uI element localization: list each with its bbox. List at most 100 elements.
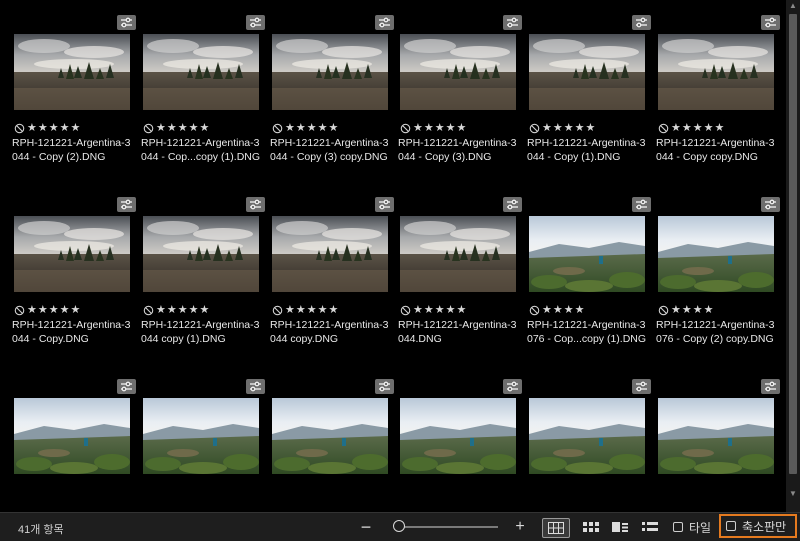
scroll-down-icon[interactable]: ▼ bbox=[789, 490, 797, 498]
edit-adjustments-button[interactable] bbox=[117, 15, 136, 30]
photo-thumbnail[interactable] bbox=[658, 34, 774, 110]
star-icon[interactable]: ★ bbox=[71, 122, 81, 134]
edit-adjustments-button[interactable] bbox=[117, 379, 136, 394]
rating-row[interactable]: ★ ★ ★ ★ bbox=[529, 304, 585, 316]
star-icon[interactable]: ★ bbox=[296, 122, 306, 134]
star-icon[interactable]: ★ bbox=[553, 304, 563, 316]
edit-adjustments-button[interactable] bbox=[246, 197, 265, 212]
star-icon[interactable]: ★ bbox=[671, 122, 681, 134]
photo-thumbnail[interactable] bbox=[14, 398, 130, 474]
rating-row[interactable]: ★ ★ ★ ★ ★ bbox=[400, 122, 466, 134]
star-icon[interactable]: ★ bbox=[457, 122, 467, 134]
thumbnail-cell[interactable]: ★ ★ ★ ★ ★ RPH-121221-Argentina-3 044 - Copy co… bbox=[656, 10, 782, 188]
star-icon[interactable]: ★ bbox=[542, 304, 552, 316]
thumbnails-only-checkbox[interactable] bbox=[726, 521, 736, 531]
rating-row[interactable]: ★ ★ ★ ★ ★ bbox=[143, 122, 209, 134]
star-icon[interactable]: ★ bbox=[575, 122, 585, 134]
star-icon[interactable]: ★ bbox=[413, 304, 423, 316]
star-icon[interactable]: ★ bbox=[285, 304, 295, 316]
thumbnail-cell[interactable]: ★ ★ ★ ★ ★ RPH-121221-Argentina-3 044 - Copy (3… bbox=[398, 10, 524, 188]
grid-large-view-button[interactable] bbox=[542, 518, 570, 538]
edit-adjustments-button[interactable] bbox=[632, 379, 651, 394]
star-icon[interactable]: ★ bbox=[38, 304, 48, 316]
photo-thumbnail[interactable] bbox=[272, 398, 388, 474]
edit-adjustments-button[interactable] bbox=[632, 15, 651, 30]
edit-adjustments-button[interactable] bbox=[761, 15, 780, 30]
zoom-out-button[interactable]: − bbox=[358, 517, 374, 537]
star-icon[interactable]: ★ bbox=[189, 304, 199, 316]
thumbnail-cell[interactable]: ★ ★ ★ ★ ★ RPH-121221-Argentina-3 044 copy (1).… bbox=[141, 192, 267, 370]
tile-option[interactable]: 타일 bbox=[673, 518, 711, 536]
tile-checkbox[interactable] bbox=[673, 522, 683, 532]
star-icon[interactable]: ★ bbox=[60, 122, 70, 134]
photo-thumbnail[interactable] bbox=[400, 216, 516, 292]
star-icon[interactable]: ★ bbox=[457, 304, 467, 316]
star-icon[interactable]: ★ bbox=[200, 304, 210, 316]
vertical-scrollbar[interactable]: ▲ ▼ bbox=[786, 0, 800, 512]
star-icon[interactable]: ★ bbox=[413, 122, 423, 134]
edit-adjustments-button[interactable] bbox=[246, 379, 265, 394]
grid-small-view-button[interactable] bbox=[581, 518, 601, 536]
thumbnail-cell[interactable]: ★ ★ ★ ★ ★ RPH-121221-Argentina-3 044 - Copy (3… bbox=[270, 10, 396, 188]
star-icon[interactable]: ★ bbox=[27, 304, 37, 316]
scroll-up-icon[interactable]: ▲ bbox=[789, 2, 797, 10]
star-icon[interactable]: ★ bbox=[307, 122, 317, 134]
star-icon[interactable]: ★ bbox=[156, 304, 166, 316]
photo-thumbnail[interactable] bbox=[14, 34, 130, 110]
star-icon[interactable]: ★ bbox=[318, 122, 328, 134]
thumbnail-cell[interactable] bbox=[141, 374, 267, 512]
zoom-slider-track[interactable] bbox=[404, 526, 498, 528]
photo-thumbnail[interactable] bbox=[529, 34, 645, 110]
thumbnail-cell[interactable]: ★ ★ ★ ★ RPH-121221-Argentina-3 076 - Copy (2)… bbox=[656, 192, 782, 370]
star-icon[interactable]: ★ bbox=[167, 122, 177, 134]
star-icon[interactable]: ★ bbox=[285, 122, 295, 134]
star-icon[interactable]: ★ bbox=[704, 122, 714, 134]
edit-adjustments-button[interactable] bbox=[503, 197, 522, 212]
star-icon[interactable]: ★ bbox=[27, 122, 37, 134]
reject-flag-icon[interactable] bbox=[143, 123, 154, 134]
edit-adjustments-button[interactable] bbox=[375, 197, 394, 212]
reject-flag-icon[interactable] bbox=[658, 123, 669, 134]
star-icon[interactable]: ★ bbox=[586, 122, 596, 134]
zoom-slider-knob[interactable] bbox=[393, 520, 405, 532]
reject-flag-icon[interactable] bbox=[14, 305, 25, 316]
reject-flag-icon[interactable] bbox=[529, 123, 540, 134]
thumbnail-cell[interactable]: ★ ★ ★ ★ ★ RPH-121221-Argentina-3 044 - Copy (2… bbox=[12, 10, 138, 188]
photo-thumbnail[interactable] bbox=[400, 34, 516, 110]
photo-thumbnail[interactable] bbox=[143, 34, 259, 110]
thumbnail-cell[interactable] bbox=[527, 374, 653, 512]
thumbnails-only-option[interactable]: 축소판만 bbox=[719, 514, 797, 538]
reject-flag-icon[interactable] bbox=[400, 123, 411, 134]
photo-thumbnail[interactable] bbox=[529, 216, 645, 292]
edit-adjustments-button[interactable] bbox=[246, 15, 265, 30]
photo-thumbnail[interactable] bbox=[272, 216, 388, 292]
edit-adjustments-button[interactable] bbox=[761, 379, 780, 394]
star-icon[interactable]: ★ bbox=[553, 122, 563, 134]
photo-thumbnail[interactable] bbox=[529, 398, 645, 474]
photo-thumbnail[interactable] bbox=[400, 398, 516, 474]
star-icon[interactable]: ★ bbox=[200, 122, 210, 134]
rating-row[interactable]: ★ ★ ★ ★ ★ bbox=[143, 304, 209, 316]
rating-row[interactable]: ★ ★ ★ ★ bbox=[658, 304, 714, 316]
star-icon[interactable]: ★ bbox=[178, 304, 188, 316]
edit-adjustments-button[interactable] bbox=[761, 197, 780, 212]
thumbnail-cell[interactable]: ★ ★ ★ ★ ★ RPH-121221-Argentina-3 044 - Cop...c… bbox=[141, 10, 267, 188]
reject-flag-icon[interactable] bbox=[272, 305, 283, 316]
rating-row[interactable]: ★ ★ ★ ★ ★ bbox=[272, 122, 338, 134]
rating-row[interactable]: ★ ★ ★ ★ ★ bbox=[14, 122, 80, 134]
edit-adjustments-button[interactable] bbox=[503, 379, 522, 394]
photo-thumbnail[interactable] bbox=[658, 398, 774, 474]
star-icon[interactable]: ★ bbox=[178, 122, 188, 134]
star-icon[interactable]: ★ bbox=[564, 122, 574, 134]
reject-flag-icon[interactable] bbox=[529, 305, 540, 316]
star-icon[interactable]: ★ bbox=[318, 304, 328, 316]
star-icon[interactable]: ★ bbox=[329, 122, 339, 134]
edit-adjustments-button[interactable] bbox=[503, 15, 522, 30]
thumbnail-cell[interactable]: ★ ★ ★ ★ ★ RPH-121221-Argentina-3 044 copy.DNG bbox=[270, 192, 396, 370]
reject-flag-icon[interactable] bbox=[143, 305, 154, 316]
star-icon[interactable]: ★ bbox=[329, 304, 339, 316]
star-icon[interactable]: ★ bbox=[167, 304, 177, 316]
reject-flag-icon[interactable] bbox=[272, 123, 283, 134]
star-icon[interactable]: ★ bbox=[49, 304, 59, 316]
reject-flag-icon[interactable] bbox=[400, 305, 411, 316]
